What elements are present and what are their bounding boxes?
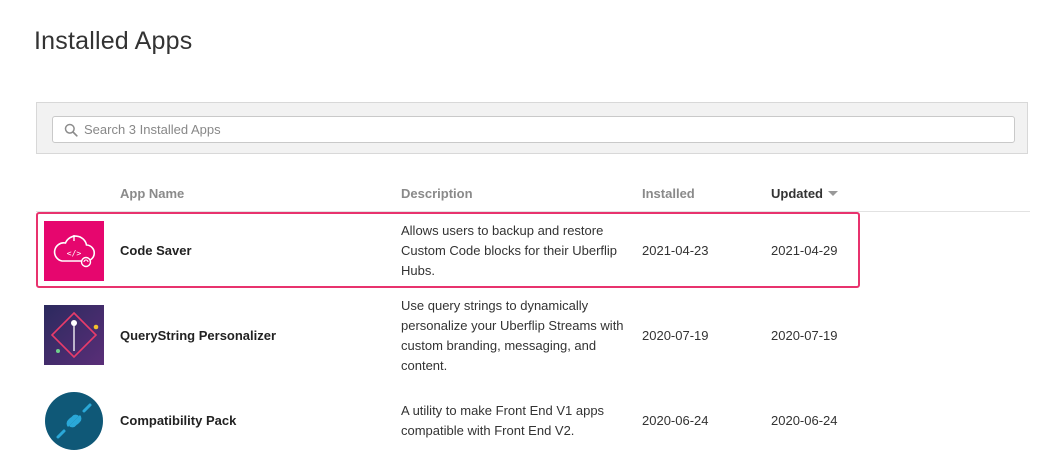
- app-description: A utility to make Front End V1 apps comp…: [401, 403, 605, 438]
- search-icon: [64, 123, 78, 137]
- app-name[interactable]: Compatibility Pack: [120, 413, 236, 428]
- app-name[interactable]: QueryString Personalizer: [120, 328, 276, 343]
- search-box[interactable]: [52, 116, 1015, 143]
- updated-date: 2020-07-19: [771, 328, 838, 343]
- table-row[interactable]: QueryString Personalizer Use query strin…: [36, 290, 866, 380]
- search-panel: [36, 102, 1028, 154]
- app-description: Use query strings to dynamically persona…: [401, 298, 624, 373]
- sort-descending-icon: [828, 191, 838, 196]
- column-header-app-name[interactable]: App Name: [120, 186, 184, 201]
- row-highlight: [36, 212, 860, 288]
- table-row[interactable]: Compatibility Pack A utility to make Fro…: [36, 385, 866, 470]
- updated-date: 2020-06-24: [771, 413, 838, 428]
- installed-date: 2020-06-24: [642, 413, 709, 428]
- table-header: App Name Description Installed Updated: [36, 178, 1030, 212]
- compatibility-pack-icon: [44, 391, 104, 451]
- column-header-updated-label: Updated: [771, 186, 823, 201]
- installed-date: 2020-07-19: [642, 328, 709, 343]
- querystring-personalizer-icon: [44, 305, 104, 365]
- column-header-updated[interactable]: Updated: [771, 186, 838, 201]
- search-input[interactable]: [84, 118, 1014, 141]
- column-header-description[interactable]: Description: [401, 186, 473, 201]
- installed-apps-page: Installed Apps App Name Description Inst…: [0, 0, 1052, 470]
- column-header-installed[interactable]: Installed: [642, 186, 695, 201]
- page-title: Installed Apps: [34, 27, 193, 55]
